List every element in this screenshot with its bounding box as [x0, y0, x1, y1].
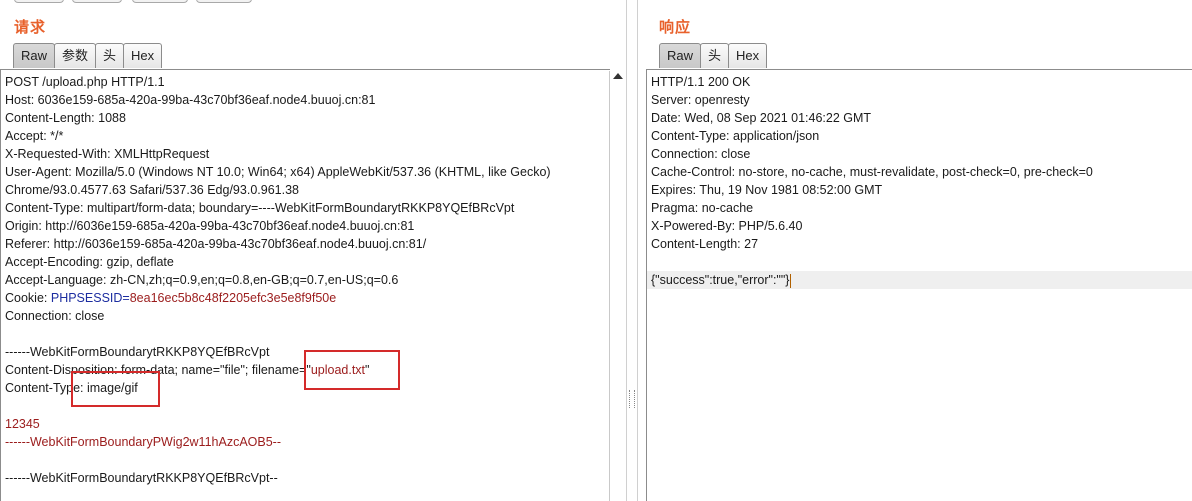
request-tabs: Raw 参数 头 Hex — [13, 43, 163, 69]
text-cursor — [790, 273, 792, 288]
request-line: X-Requested-With: XMLHttpRequest — [5, 147, 210, 161]
highlight-box-filename — [304, 350, 400, 390]
toolbar-button[interactable] — [72, 0, 122, 3]
request-title: 请求 — [14, 19, 47, 36]
response-line — [647, 253, 1192, 271]
pane-divider[interactable] — [626, 0, 638, 501]
response-line: Server: openresty — [651, 93, 750, 107]
tab-params[interactable]: 参数 — [54, 43, 97, 68]
scroll-up-icon[interactable] — [613, 73, 623, 79]
request-line: Referer: http://6036e159-685a-420a-99ba-… — [5, 237, 427, 251]
request-editor[interactable]: POST /upload.php HTTP/1.1 Host: 6036e159-… — [0, 69, 610, 501]
highlight-box-content-type — [71, 371, 160, 407]
request-scrollbar[interactable] — [609, 71, 626, 501]
request-line: ------WebKitFormBoundarytRKKP8YQEfBRcVpt… — [5, 471, 278, 485]
request-line: Chrome/93.0.4577.63 Safari/537.36 Edg/93… — [5, 183, 299, 197]
toolbar-button[interactable] — [132, 0, 188, 3]
response-line: X-Powered-By: PHP/5.6.40 — [651, 219, 803, 233]
request-line: Content-Type: multipart/form-data; bound… — [5, 201, 515, 215]
cookie-value: 8ea16ec5b8c48f2205efc3e5e8f9f50e — [129, 291, 337, 305]
response-line: Content-Length: 27 — [651, 237, 759, 251]
tab-hex[interactable]: Hex — [123, 43, 163, 68]
toolbar-button[interactable] — [196, 0, 252, 3]
response-line: HTTP/1.1 200 OK — [651, 75, 751, 89]
request-line: User-Agent: Mozilla/5.0 (Windows NT 10.0… — [5, 165, 551, 179]
tab-raw[interactable]: Raw — [13, 43, 56, 68]
top-toolbar — [10, 0, 260, 5]
drag-handle-icon[interactable] — [629, 390, 635, 408]
request-line: Content-Length: 1088 — [5, 111, 126, 125]
toolbar-button[interactable] — [14, 0, 64, 3]
response-line: Cache-Control: no-store, no-cache, must-… — [651, 165, 1093, 179]
cookie-name: PHPSESSID — [50, 291, 123, 305]
cookie-key: Cookie: — [5, 291, 51, 305]
request-line: ------WebKitFormBoundaryPWig2w11hAzcAOB5… — [5, 435, 281, 449]
response-title: 响应 — [659, 19, 692, 36]
request-line: Host: 6036e159-685a-420a-99ba-43c70bf36e… — [5, 93, 376, 107]
request-line: Connection: close — [5, 309, 105, 323]
request-line: POST /upload.php HTTP/1.1 — [5, 75, 165, 89]
tab-headers[interactable]: 头 — [95, 43, 125, 68]
tab-headers[interactable]: 头 — [700, 43, 730, 68]
response-line: Expires: Thu, 19 Nov 1981 08:52:00 GMT — [651, 183, 883, 197]
request-line: Cookie: PHPSESSID=8ea16ec5b8c48f2205efc3… — [1, 289, 610, 307]
response-editor[interactable]: HTTP/1.1 200 OK Server: openresty Date: We… — [646, 69, 1192, 501]
response-body: {"success":true,"error":""} — [651, 273, 790, 287]
response-tabs: Raw 头 Hex — [659, 43, 768, 69]
response-line: Content-Type: application/json — [651, 129, 820, 143]
cookie-eq: = — [122, 291, 130, 305]
response-line: Date: Wed, 08 Sep 2021 01:46:22 GMT — [651, 111, 872, 125]
tab-raw[interactable]: Raw — [659, 43, 702, 68]
request-line: 12345 — [5, 417, 40, 431]
response-line: Pragma: no-cache — [651, 201, 754, 215]
request-line — [1, 325, 610, 343]
request-line: Origin: http://6036e159-685a-420a-99ba-4… — [5, 219, 415, 233]
response-line: Connection: close — [651, 147, 751, 161]
tab-hex[interactable]: Hex — [728, 43, 768, 68]
request-line: Accept: */* — [5, 129, 64, 143]
response-line: {"success":true,"error":""} — [647, 271, 1192, 289]
request-line: Accept-Encoding: gzip, deflate — [5, 255, 174, 269]
request-line — [1, 451, 610, 469]
request-line: Accept-Language: zh-CN,zh;q=0.9,en;q=0.8… — [5, 273, 399, 287]
